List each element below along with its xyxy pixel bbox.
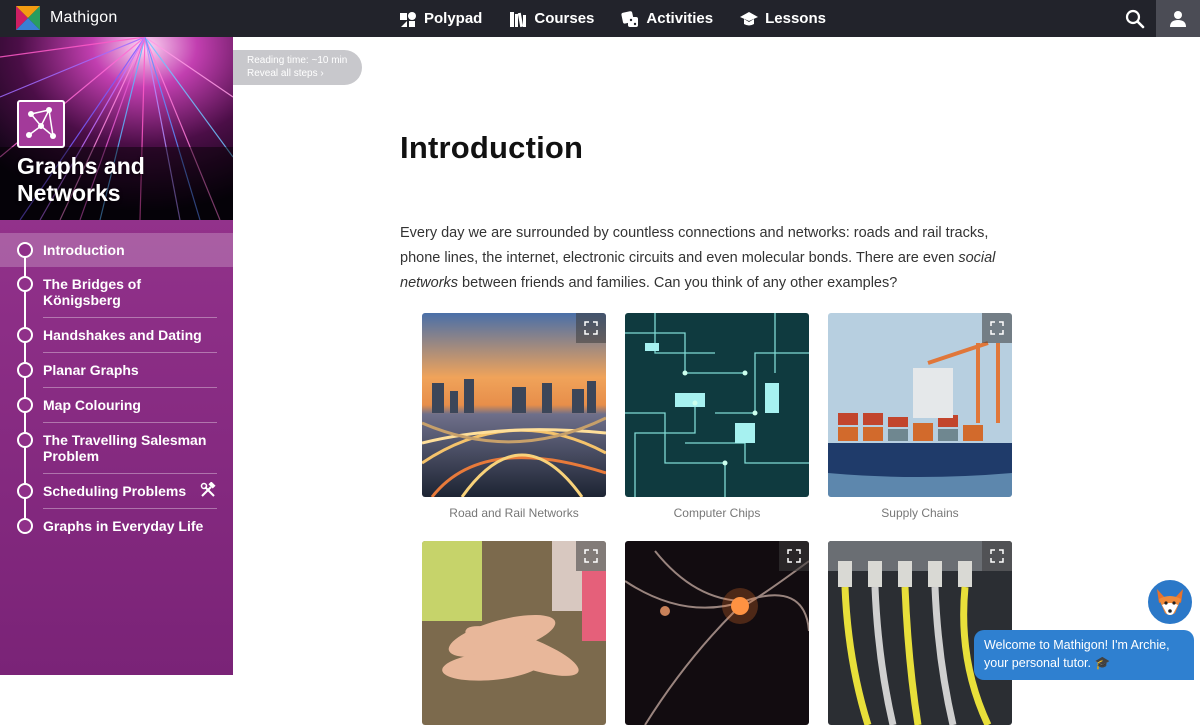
- books-icon: [510, 11, 527, 27]
- nav-activities[interactable]: Activities: [620, 9, 713, 29]
- toc-item-label: Handshakes and Dating: [43, 318, 217, 353]
- brand-name: Mathigon: [50, 9, 118, 26]
- toc-step-dot: [17, 432, 33, 448]
- tutor-welcome-message[interactable]: Welcome to Mathigon! I'm Archie, your pe…: [974, 630, 1194, 680]
- toc-step-dot: [17, 397, 33, 413]
- toc-step-dot: [17, 518, 33, 534]
- toc-item-label: Scheduling Problems: [43, 474, 217, 509]
- toc-item-label: The Bridges of Königsberg: [43, 267, 217, 318]
- gallery-item-neurons[interactable]: [625, 541, 809, 725]
- intro-text-end: between friends and families. Can you th…: [458, 275, 898, 291]
- toc-item-introduction[interactable]: Introduction: [0, 233, 233, 267]
- toc-item-bridges-of-konigsberg[interactable]: The Bridges of Königsberg: [0, 267, 233, 318]
- toc-item-planar-graphs[interactable]: Planar Graphs: [0, 353, 233, 388]
- nav-activities-label: Activities: [646, 10, 714, 27]
- course-graph-icon: [17, 100, 65, 148]
- nav-polypad[interactable]: Polypad: [398, 9, 482, 29]
- fox-icon: [1157, 589, 1183, 615]
- toc-step-dot: [17, 362, 33, 378]
- dice-icon: [621, 10, 639, 27]
- toc-item-scheduling-problems[interactable]: Scheduling Problems: [0, 474, 233, 509]
- gallery-item-supply-chains[interactable]: Supply Chains: [828, 313, 1012, 520]
- course-hero-banner: Graphs and Networks: [0, 37, 233, 220]
- main-nav: Polypad Courses Activities Lessons: [398, 0, 852, 37]
- nav-lessons[interactable]: Lessons: [739, 9, 826, 29]
- expand-icon[interactable]: [576, 313, 606, 343]
- gallery-item-road-rail[interactable]: Road and Rail Networks: [422, 313, 606, 520]
- course-sidebar: Graphs and Networks Introduction The Bri…: [0, 37, 233, 675]
- toc-item-graphs-in-everyday-life[interactable]: Graphs in Everyday Life: [0, 509, 233, 543]
- reading-time-label: Reading time: ~10 min: [247, 55, 348, 66]
- reading-time-pill: Reading time: ~10 min Reveal all steps ›: [233, 50, 362, 85]
- expand-icon[interactable]: [982, 541, 1012, 571]
- hands-image: [422, 541, 606, 725]
- toc-item-label: Planar Graphs: [43, 353, 217, 388]
- table-of-contents: Introduction The Bridges of Königsberg H…: [0, 233, 233, 543]
- user-account-button[interactable]: [1156, 0, 1200, 37]
- toc-item-label: Graphs in Everyday Life: [43, 518, 204, 534]
- graduation-cap-icon: [740, 11, 759, 25]
- neurons-image: [625, 541, 809, 725]
- toc-step-dot: [17, 327, 33, 343]
- course-title: Graphs and Networks: [17, 153, 145, 206]
- nav-courses-label: Courses: [534, 10, 595, 27]
- toc-step-dot: [17, 483, 33, 499]
- mathigon-logo-icon: [16, 6, 40, 30]
- toc-item-map-colouring[interactable]: Map Colouring: [0, 388, 233, 423]
- gallery-item-social-hands[interactable]: [422, 541, 606, 725]
- expand-icon[interactable]: [779, 541, 809, 571]
- polypad-icon: [400, 11, 416, 27]
- gallery-caption: Supply Chains: [881, 506, 959, 520]
- nav-polypad-label: Polypad: [424, 10, 483, 27]
- gallery-caption: Computer Chips: [673, 506, 761, 520]
- nav-lessons-label: Lessons: [765, 10, 826, 27]
- search-icon[interactable]: [1124, 8, 1146, 30]
- user-icon: [1170, 10, 1186, 27]
- tutor-message-line: your personal tutor. 🎓: [984, 656, 1111, 670]
- expand-icon[interactable]: [982, 313, 1012, 343]
- toc-item-travelling-salesman[interactable]: The Travelling Salesman Problem: [0, 423, 233, 474]
- toc-step-dot: [17, 276, 33, 292]
- tools-icon: [200, 482, 216, 497]
- nav-courses[interactable]: Courses: [508, 9, 594, 29]
- toc-item-label: Introduction: [43, 242, 125, 258]
- top-navigation-bar: Mathigon Polypad Courses Activities Less…: [0, 0, 1200, 37]
- gallery-item-computer-chips[interactable]: Computer Chips: [625, 313, 809, 520]
- toc-item-label: The Travelling Salesman Problem: [43, 423, 217, 474]
- tutor-message-line: Welcome to Mathigon! I'm Archie,: [984, 638, 1170, 652]
- road-rail-image: [422, 313, 606, 497]
- toc-step-dot: [17, 242, 33, 258]
- gallery-caption: Road and Rail Networks: [449, 506, 579, 520]
- toc-item-handshakes-and-dating[interactable]: Handshakes and Dating: [0, 318, 233, 353]
- intro-paragraph: Every day we are surrounded by countless…: [400, 221, 1030, 296]
- mathigon-home-link[interactable]: Mathigon: [16, 6, 117, 30]
- expand-icon[interactable]: [576, 541, 606, 571]
- page-title: Introduction: [400, 130, 584, 165]
- intro-text-start: Every day we are surrounded by countless…: [400, 225, 989, 266]
- supply-chains-image: [828, 313, 1012, 497]
- computer-chips-image: [625, 313, 809, 497]
- toc-item-label: Map Colouring: [43, 388, 217, 423]
- tutor-avatar[interactable]: [1146, 578, 1194, 626]
- reveal-all-steps-link[interactable]: Reveal all steps ›: [247, 67, 362, 80]
